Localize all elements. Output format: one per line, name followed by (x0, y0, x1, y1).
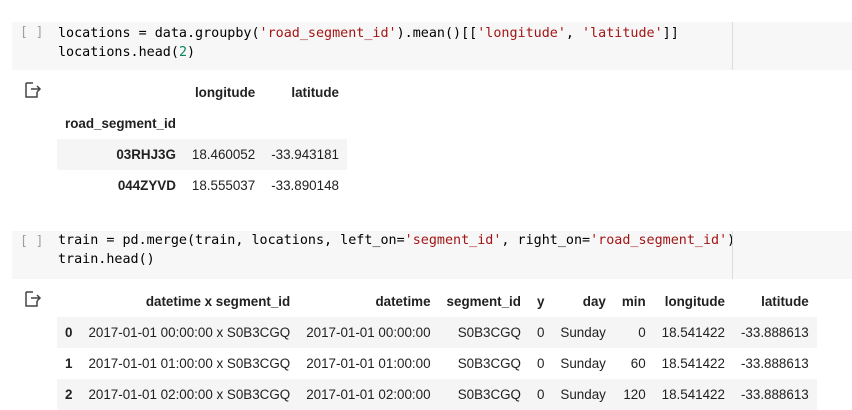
dataframe-output-2: datetime x segment_id datetime segment_i… (57, 286, 817, 410)
code-token: ).mean()[[ (396, 26, 478, 41)
table-cell: -33.888613 (740, 356, 809, 371)
table-cell: Sunday (560, 356, 606, 371)
code-token: 'latitude' (582, 26, 663, 41)
column-header: latitude (761, 294, 809, 309)
table-cell: 18.460052 (191, 147, 256, 162)
code-line[interactable]: locations = data.groupby('road_segment_i… (58, 24, 679, 43)
row-index: 03RHJ3G (116, 147, 176, 162)
table-cell: 2017-01-01 02:00:00 (306, 387, 431, 402)
table-cell: 0 (536, 356, 545, 371)
column-header: longitude (194, 85, 256, 100)
table-row: 044ZYVD 18.555037 -33.890148 (57, 170, 347, 201)
table-cell: 0 (536, 325, 545, 340)
row-index: 0 (65, 325, 73, 340)
code-line[interactable]: train.head() (58, 250, 735, 269)
code-token: , (565, 26, 583, 41)
table-cell: Sunday (560, 325, 606, 340)
table-cell: S0B3CGQ (457, 387, 521, 402)
run-cell-button[interactable]: [ ] (20, 234, 43, 249)
table-cell: -33.888613 (740, 325, 809, 340)
table-cell: S0B3CGQ (457, 325, 521, 340)
code-token: ]] (662, 26, 679, 41)
header-row: datetime x segment_id datetime segment_i… (57, 286, 817, 317)
code-editor-2[interactable]: train = pd.merge(train, locations, left_… (58, 231, 735, 269)
header-blank (57, 77, 184, 108)
code-line[interactable]: train = pd.merge(train, locations, left_… (58, 231, 735, 250)
code-editor-1[interactable]: locations = data.groupby('road_segment_i… (58, 24, 679, 62)
code-cell-1[interactable]: [ ] locations = data.groupby('road_segme… (12, 22, 852, 70)
table-cell: S0B3CGQ (457, 356, 521, 371)
table-cell: 2017-01-01 01:00:00 x S0B3CGQ (88, 356, 291, 371)
table-cell: 0 (638, 325, 646, 340)
index-name: road_segment_id (65, 116, 176, 131)
column-header: min (621, 294, 646, 309)
column-header: datetime x segment_id (145, 294, 291, 309)
code-token: train = pd.merge(train, locations, left_… (58, 233, 405, 248)
code-token: 2 (178, 45, 187, 60)
table-cell: 18.541422 (661, 325, 725, 340)
table-cell: Sunday (560, 387, 606, 402)
column-header: y (536, 294, 545, 309)
code-line[interactable]: locations.head(2) (58, 43, 679, 62)
row-index: 044ZYVD (117, 178, 176, 193)
table-cell: 60 (630, 356, 646, 371)
table-cell: 2017-01-01 00:00:00 x S0B3CGQ (88, 325, 291, 340)
table-cell: 2017-01-01 02:00:00 x S0B3CGQ (88, 387, 291, 402)
index-name-row: road_segment_id (57, 108, 347, 139)
table-cell: 18.541422 (661, 356, 725, 371)
table-cell: 0 (536, 387, 545, 402)
code-token: train.head() (58, 252, 155, 267)
code-token: 'road_segment_id' (259, 26, 397, 41)
table-cell: -33.888613 (740, 387, 809, 402)
table-cell: 120 (623, 387, 646, 402)
table-cell: 18.555037 (191, 178, 256, 193)
output-icon[interactable] (24, 291, 42, 307)
column-header: longitude (664, 294, 725, 309)
code-token: ) (187, 45, 196, 60)
code-token: , right_on= (501, 233, 591, 248)
code-token: 'segment_id' (404, 233, 502, 248)
dataframe-output-1: longitude latitude road_segment_id 03RHJ… (57, 77, 347, 201)
table-row: 03RHJ3G 18.460052 -33.943181 (57, 139, 347, 170)
editor-ruler (732, 231, 733, 279)
code-token: 'road_segment_id' (590, 233, 728, 248)
row-index: 1 (65, 356, 73, 371)
table-cell: 2017-01-01 00:00:00 (306, 325, 431, 340)
output-icon[interactable] (24, 82, 42, 98)
code-token: locations = data.groupby( (58, 26, 260, 41)
column-header: latitude (291, 85, 339, 100)
code-token: locations.head( (58, 45, 179, 60)
table-cell: 18.541422 (661, 387, 725, 402)
editor-ruler (732, 22, 733, 70)
table-cell: -33.890148 (271, 178, 339, 193)
header-row: longitude latitude (57, 77, 347, 108)
row-index: 2 (65, 387, 73, 402)
column-header: datetime (375, 294, 431, 309)
table-row: 0 2017-01-01 00:00:00 x S0B3CGQ 2017-01-… (57, 317, 817, 348)
run-cell-button[interactable]: [ ] (20, 25, 43, 40)
code-cell-2[interactable]: [ ] train = pd.merge(train, locations, l… (12, 231, 852, 279)
table-row: 2 2017-01-01 02:00:00 x S0B3CGQ 2017-01-… (57, 379, 817, 410)
table-cell: 2017-01-01 01:00:00 (306, 356, 431, 371)
table-row: 1 2017-01-01 01:00:00 x S0B3CGQ 2017-01-… (57, 348, 817, 379)
column-header: segment_id (446, 294, 521, 309)
code-token: 'longitude' (477, 26, 566, 41)
table-cell: -33.943181 (271, 147, 339, 162)
column-header: day (582, 294, 606, 309)
header-blank (57, 286, 80, 317)
